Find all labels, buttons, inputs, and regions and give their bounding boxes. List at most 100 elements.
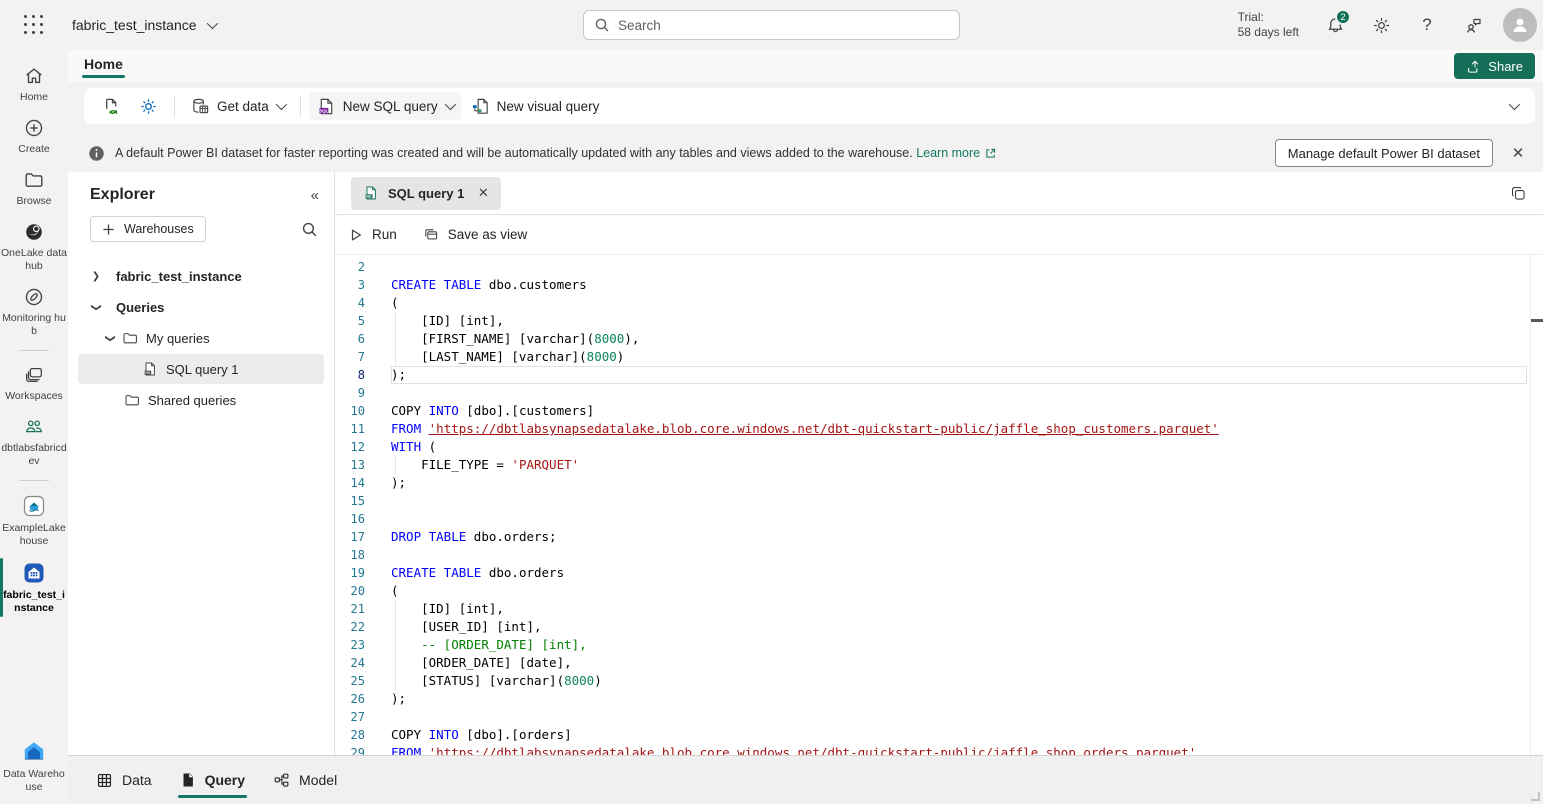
tree-item-my-queries[interactable]: ❯ My queries xyxy=(78,323,324,353)
add-warehouses-button[interactable]: Warehouses xyxy=(90,216,206,242)
indent-guide xyxy=(395,672,396,690)
notifications-button[interactable]: 2 xyxy=(1315,5,1355,45)
code-line[interactable]: 10COPY INTO [dbo].[customers] xyxy=(335,402,1543,420)
toolbar: Get data SQL New SQL query New visual qu… xyxy=(84,88,1535,124)
code-line[interactable]: 3CREATE TABLE dbo.customers xyxy=(335,276,1543,294)
ribbon-collapse-button[interactable] xyxy=(1501,92,1525,120)
settings-button[interactable] xyxy=(1361,5,1401,45)
code-line[interactable]: 9 xyxy=(335,384,1543,402)
tab-close-icon[interactable]: ✕ xyxy=(473,183,493,203)
resize-grip[interactable] xyxy=(1531,792,1540,801)
nav-workspaces[interactable]: Workspaces xyxy=(0,357,68,409)
query-editor: SQL SQL query 1 ✕ Run Save as view xyxy=(335,172,1543,755)
code-line[interactable]: 22 [USER_ID] [int], xyxy=(335,618,1543,636)
code-line[interactable]: 17DROP TABLE dbo.orders; xyxy=(335,528,1543,546)
banner-close-icon[interactable]: ✕ xyxy=(1503,138,1533,168)
settings-tool-button[interactable] xyxy=(131,92,166,120)
code-line[interactable]: 18 xyxy=(335,546,1543,564)
document-refresh-icon xyxy=(102,97,121,116)
line-number: 26 xyxy=(335,690,365,708)
tree-item-queries[interactable]: ❯ Queries xyxy=(78,292,324,322)
feedback-button[interactable] xyxy=(1453,5,1493,45)
line-number: 21 xyxy=(335,600,365,618)
line-number: 7 xyxy=(335,348,365,366)
nav-monitoring-hub[interactable]: Monitoring hub xyxy=(0,279,68,344)
person-icon xyxy=(1510,15,1530,35)
code-line[interactable]: 8); xyxy=(335,366,1543,384)
line-number: 20 xyxy=(335,582,365,600)
indent-guide xyxy=(395,330,396,348)
code-line[interactable]: 6 [FIRST_NAME] [varchar](8000), xyxy=(335,330,1543,348)
tab-home[interactable]: Home xyxy=(82,54,125,78)
code-editor[interactable]: 23CREATE TABLE dbo.customers4(5 [ID] [in… xyxy=(335,255,1543,755)
save-as-view-button[interactable]: Save as view xyxy=(423,227,528,243)
nav-item-fabric-test-instance[interactable]: fabric_test_instance xyxy=(0,554,68,621)
code-line[interactable]: 27 xyxy=(335,708,1543,726)
code-line[interactable]: 20( xyxy=(335,582,1543,600)
code-line[interactable]: 5 [ID] [int], xyxy=(335,312,1543,330)
nav-home[interactable]: Home xyxy=(0,58,68,110)
code-line[interactable]: 21 [ID] [int], xyxy=(335,600,1543,618)
notification-badge: 2 xyxy=(1335,9,1351,25)
code-line[interactable]: 28COPY INTO [dbo].[orders] xyxy=(335,726,1543,744)
code-line-content xyxy=(391,492,1527,510)
code-line[interactable]: 19CREATE TABLE dbo.orders xyxy=(335,564,1543,582)
gear-icon xyxy=(1372,16,1391,35)
workspace-name: fabric_test_instance xyxy=(72,17,197,33)
manage-default-dataset-button[interactable]: Manage default Power BI dataset xyxy=(1275,139,1493,167)
explorer-collapse-icon[interactable]: « xyxy=(311,187,318,204)
refresh-button[interactable] xyxy=(94,92,129,120)
tab-sql-query-1[interactable]: SQL SQL query 1 ✕ xyxy=(351,177,501,210)
nav-create[interactable]: Create xyxy=(0,110,68,162)
workspace-switcher[interactable]: fabric_test_instance xyxy=(72,17,215,33)
code-line[interactable]: 16 xyxy=(335,510,1543,528)
explorer-panel: Explorer « Warehouses ❯ fabric_test_inst… xyxy=(68,172,335,755)
copy-icon[interactable] xyxy=(1510,185,1527,202)
tree-item-sql-query-1[interactable]: SQL SQL query 1 xyxy=(78,354,324,384)
code-line-content: [ID] [int], xyxy=(391,600,1527,618)
new-sql-query-button[interactable]: SQL New SQL query xyxy=(309,92,461,120)
app-launcher-icon[interactable] xyxy=(24,15,44,35)
search-input[interactable] xyxy=(618,18,949,33)
nav-workspace-dbtlabsfabricdev[interactable]: dbtlabsfabricdev xyxy=(0,409,68,474)
help-button[interactable]: ? xyxy=(1407,5,1447,45)
code-line[interactable]: 2 xyxy=(335,258,1543,276)
code-line[interactable]: 11FROM 'https://dbtlabsynapsedatalake.bl… xyxy=(335,420,1543,438)
new-visual-query-button[interactable]: New visual query xyxy=(463,92,608,120)
code-line[interactable]: 24 [ORDER_DATE] [date], xyxy=(335,654,1543,672)
editor-overview-ruler[interactable] xyxy=(1530,255,1543,755)
svg-text:SQL: SQL xyxy=(319,108,328,113)
code-line[interactable]: 29FROM 'https://dbtlabsynapsedatalake.bl… xyxy=(335,744,1543,755)
nav-data-warehouse[interactable]: Data Warehouse xyxy=(0,731,68,800)
code-line[interactable]: 23 -- [ORDER_DATE] [int], xyxy=(335,636,1543,654)
share-button[interactable]: Share xyxy=(1454,53,1535,79)
account-avatar[interactable] xyxy=(1503,8,1537,42)
nav-onelake-data-hub[interactable]: OneLake data hub xyxy=(0,214,68,279)
run-button[interactable]: Run xyxy=(349,227,397,242)
nav-item-examplelakehouse[interactable]: ExampleLakehouse xyxy=(0,487,68,554)
code-line[interactable]: 7 [LAST_NAME] [varchar](8000) xyxy=(335,348,1543,366)
learn-more-link[interactable]: Learn more xyxy=(916,146,997,160)
code-line[interactable]: 26); xyxy=(335,690,1543,708)
tab-data[interactable]: Data xyxy=(96,756,152,804)
get-data-button[interactable]: Get data xyxy=(183,92,292,120)
explorer-search-icon[interactable] xyxy=(301,221,318,238)
tab-query[interactable]: Query xyxy=(180,756,245,804)
tree-item-fabric-test-instance[interactable]: ❯ fabric_test_instance xyxy=(78,261,324,291)
code-line-content: WITH ( xyxy=(391,438,1527,456)
tree-item-shared-queries[interactable]: Shared queries xyxy=(78,385,324,415)
global-search xyxy=(583,10,960,40)
code-line[interactable]: 13 FILE_TYPE = 'PARQUET' xyxy=(335,456,1543,474)
code-line[interactable]: 4( xyxy=(335,294,1543,312)
rail-divider xyxy=(19,350,49,351)
feedback-icon xyxy=(1463,15,1483,35)
code-line-content xyxy=(391,258,1527,276)
tab-model[interactable]: Model xyxy=(273,756,337,804)
code-line[interactable]: 12WITH ( xyxy=(335,438,1543,456)
nav-browse[interactable]: Browse xyxy=(0,162,68,214)
main-column: Home Share Get data xyxy=(68,50,1543,804)
code-line-content: [FIRST_NAME] [varchar](8000), xyxy=(391,330,1527,348)
code-line[interactable]: 15 xyxy=(335,492,1543,510)
code-line[interactable]: 25 [STATUS] [varchar](8000) xyxy=(335,672,1543,690)
code-line[interactable]: 14); xyxy=(335,474,1543,492)
